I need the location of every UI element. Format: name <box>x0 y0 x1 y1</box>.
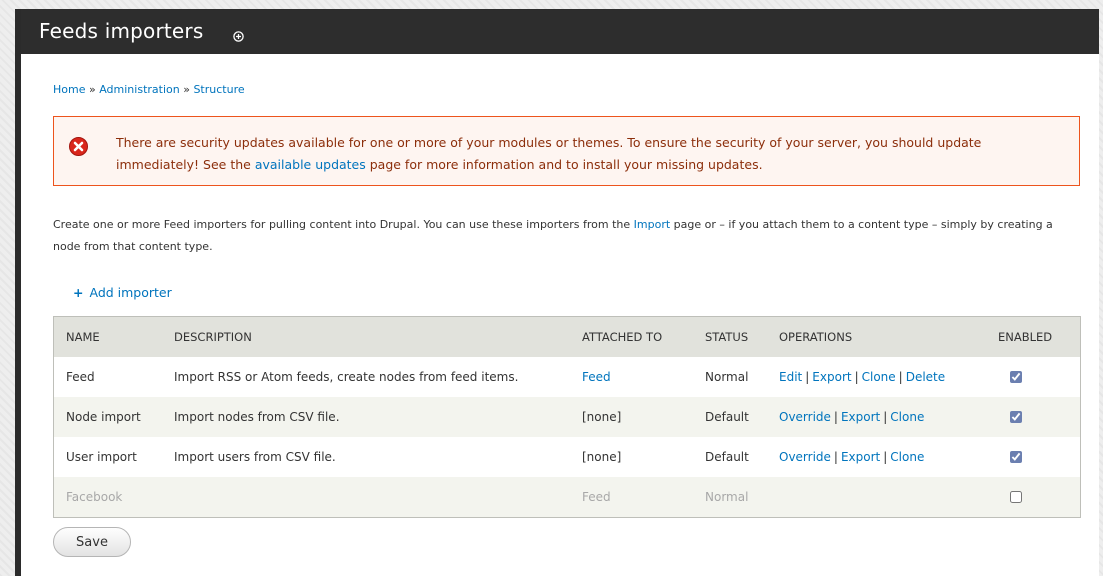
clone-link[interactable]: Clone <box>890 410 924 424</box>
operations-cell: Edit | Export | Clone | Delete <box>767 357 986 397</box>
column-header-name: NAME <box>53 316 162 357</box>
importer-name: Feed <box>53 357 162 397</box>
breadcrumb-home[interactable]: Home <box>53 83 85 96</box>
table-row: Feed Import RSS or Atom feeds, create no… <box>53 357 1081 397</box>
page-title: Feeds importers <box>39 19 204 43</box>
importer-status: Default <box>693 397 767 437</box>
import-link[interactable]: Import <box>634 218 671 231</box>
operation-separator: | <box>854 370 859 384</box>
attached-to-cell: [none] <box>570 437 693 477</box>
operations-cell: Override | Export | Clone <box>767 397 986 437</box>
breadcrumb-separator: » <box>88 83 96 96</box>
add-importer-link[interactable]: + Add importer <box>73 285 172 300</box>
operation-separator: | <box>883 410 888 424</box>
enabled-cell <box>986 437 1081 477</box>
export-link[interactable]: Export <box>841 410 880 424</box>
table-row: Facebook Feed Normal <box>53 477 1081 518</box>
delete-link[interactable]: Delete <box>906 370 945 384</box>
column-header-status: STATUS <box>693 316 767 357</box>
enabled-checkbox[interactable] <box>1010 490 1022 503</box>
table-header-row: NAME DESCRIPTION ATTACHED TO STATUS OPER… <box>53 316 1081 357</box>
admin-window: Feeds importers Home » Administration » … <box>15 9 1099 576</box>
column-header-enabled: ENABLED <box>986 316 1081 357</box>
attached-to-cell: [none] <box>570 397 693 437</box>
error-message-text: There are security updates available for… <box>116 132 1046 176</box>
edit-link[interactable]: Edit <box>779 370 802 384</box>
operation-separator: | <box>883 450 888 464</box>
enabled-checkbox[interactable] <box>1010 370 1022 383</box>
attached-to-link[interactable]: Feed <box>582 370 611 384</box>
help-text: Create one or more Feed importers for pu… <box>53 214 1083 258</box>
clone-link[interactable]: Clone <box>862 370 896 384</box>
save-button[interactable]: Save <box>53 527 131 557</box>
export-link[interactable]: Export <box>841 450 880 464</box>
override-link[interactable]: Override <box>779 410 831 424</box>
enabled-cell <box>986 477 1081 518</box>
importer-status: Normal <box>693 477 767 518</box>
override-link[interactable]: Override <box>779 450 831 464</box>
importer-name: Node import <box>53 397 162 437</box>
importer-name: User import <box>53 437 162 477</box>
importer-description: Import nodes from CSV file. <box>162 397 570 437</box>
clone-link[interactable]: Clone <box>890 450 924 464</box>
page-header: Feeds importers <box>21 9 1099 54</box>
operations-cell <box>767 477 986 518</box>
add-importer-label: Add importer <box>89 285 172 300</box>
operation-separator: | <box>805 370 810 384</box>
importer-status: Default <box>693 437 767 477</box>
importer-status: Normal <box>693 357 767 397</box>
error-message: There are security updates available for… <box>53 116 1080 186</box>
operation-separator: | <box>833 410 838 424</box>
breadcrumb-separator: » <box>183 83 190 96</box>
importer-name: Facebook <box>53 477 162 518</box>
operations-cell: Override | Export | Clone <box>767 437 986 477</box>
importers-table: NAME DESCRIPTION ATTACHED TO STATUS OPER… <box>53 316 1081 518</box>
importer-description <box>162 477 570 518</box>
add-shortcut-icon[interactable] <box>233 31 244 42</box>
attached-to-cell: Feed <box>570 477 693 518</box>
enabled-checkbox[interactable] <box>1010 450 1022 463</box>
breadcrumb-administration[interactable]: Administration <box>99 83 180 96</box>
enabled-cell <box>986 397 1081 437</box>
enabled-cell <box>986 357 1081 397</box>
operation-separator: | <box>833 450 838 464</box>
available-updates-link[interactable]: available updates <box>255 157 366 172</box>
export-link[interactable]: Export <box>812 370 851 384</box>
error-icon <box>69 137 88 156</box>
enabled-checkbox[interactable] <box>1010 410 1022 423</box>
table-row: Node import Import nodes from CSV file. … <box>53 397 1081 437</box>
importer-description: Import RSS or Atom feeds, create nodes f… <box>162 357 570 397</box>
importer-description: Import users from CSV file. <box>162 437 570 477</box>
help-text-before: Create one or more Feed importers for pu… <box>53 218 634 231</box>
message-text-after: page for more information and to install… <box>365 157 763 172</box>
plus-icon: + <box>73 285 84 300</box>
operation-separator: | <box>898 370 903 384</box>
table-row: User import Import users from CSV file. … <box>53 437 1081 477</box>
breadcrumb: Home » Administration » Structure <box>53 83 245 96</box>
column-header-attached-to: ATTACHED TO <box>570 316 693 357</box>
breadcrumb-structure[interactable]: Structure <box>193 83 244 96</box>
attached-to-cell: Feed <box>570 357 693 397</box>
column-header-operations: OPERATIONS <box>767 316 986 357</box>
column-header-description: DESCRIPTION <box>162 316 570 357</box>
